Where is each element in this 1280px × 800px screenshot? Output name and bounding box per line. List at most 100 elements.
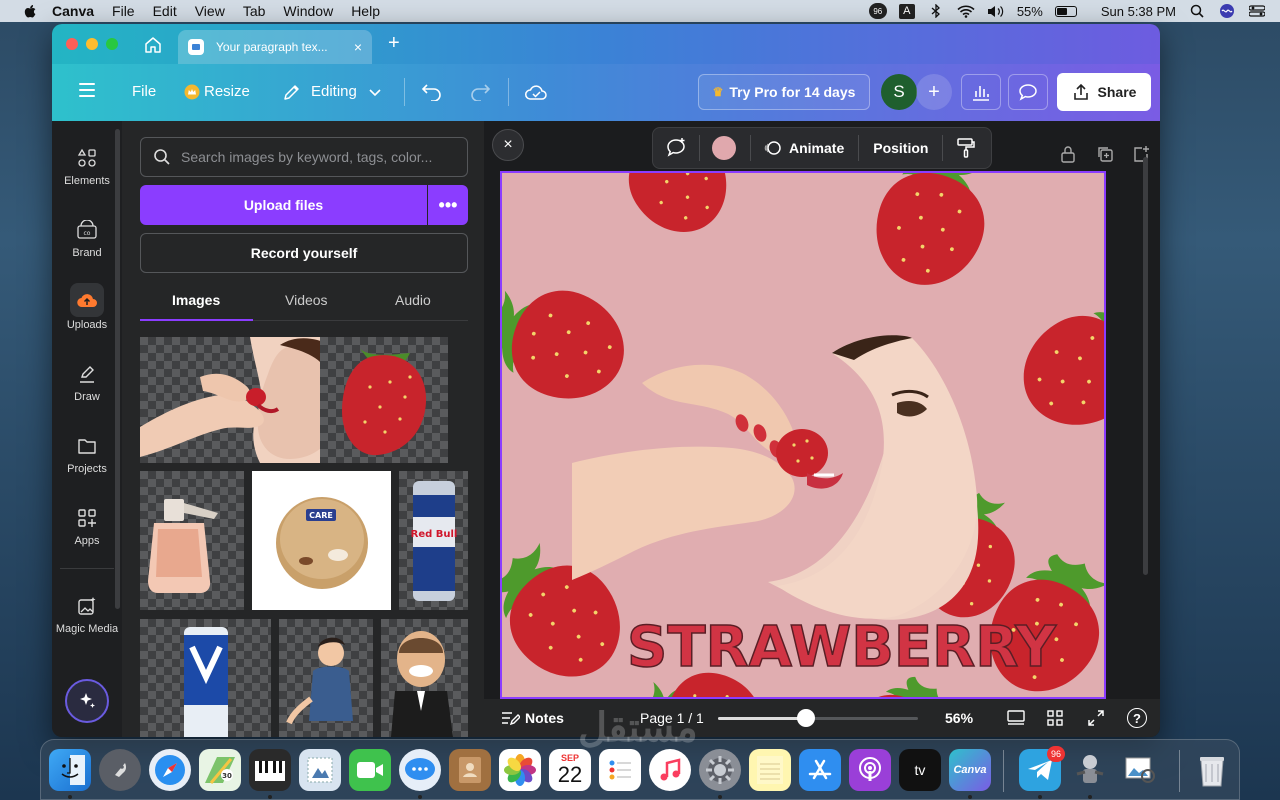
menu-file[interactable]: File [112, 3, 135, 19]
menu-help[interactable]: Help [351, 3, 380, 19]
cloud-saved-icon[interactable] [524, 80, 548, 104]
menu-window[interactable]: Window [283, 3, 333, 19]
system-preferences-icon[interactable] [699, 749, 741, 791]
insights-button[interactable] [961, 74, 1001, 110]
rail-item-brand[interactable]: co Brand [52, 219, 122, 259]
upload-thumb-3d-businessman[interactable] [381, 619, 468, 737]
redo-icon[interactable] [468, 80, 492, 104]
resize-button[interactable]: Resize [204, 83, 250, 100]
color-swatch[interactable] [712, 136, 736, 160]
try-pro-button[interactable]: ♛ Try Pro for 14 days [698, 74, 870, 110]
search-input[interactable]: Search images by keyword, tags, color... [140, 137, 468, 177]
piano-app-icon[interactable] [249, 749, 291, 791]
control-center-icon[interactable] [1248, 4, 1266, 18]
rail-item-elements[interactable]: Elements [52, 147, 122, 187]
podcasts-icon[interactable] [849, 749, 891, 791]
fullscreen-icon[interactable] [1087, 709, 1105, 730]
rail-item-projects[interactable]: Projects [52, 435, 122, 475]
grid-view-icon[interactable] [1046, 709, 1064, 730]
page-view-icon[interactable] [1006, 709, 1026, 730]
automator-icon[interactable] [1069, 749, 1111, 791]
wifi-icon[interactable] [957, 4, 975, 18]
calendar-icon[interactable]: SEP 22 [549, 749, 591, 791]
photos-icon[interactable] [499, 749, 541, 791]
editing-mode-button[interactable]: Editing [311, 83, 357, 100]
trash-icon[interactable] [1191, 749, 1233, 791]
share-button[interactable]: Share [1057, 73, 1151, 111]
upload-thumb-perfume[interactable] [140, 471, 244, 610]
launchpad-icon[interactable] [99, 749, 141, 791]
apple-tv-icon[interactable]: tv [899, 749, 941, 791]
finder-icon[interactable] [49, 749, 91, 791]
zoom-slider-handle[interactable] [797, 709, 815, 727]
close-panel-button[interactable]: × [492, 129, 524, 161]
contacts-book-icon[interactable] [449, 749, 491, 791]
position-button[interactable]: Position [873, 140, 928, 156]
facetime-icon[interactable] [349, 749, 391, 791]
tab-close-icon[interactable]: × [354, 39, 362, 55]
record-yourself-button[interactable]: Record yourself [140, 233, 468, 273]
rail-item-draw[interactable]: Draw [52, 363, 122, 403]
comment-add-icon[interactable] [665, 137, 687, 159]
maximize-window-button[interactable] [106, 38, 118, 50]
paint-roller-icon[interactable] [955, 137, 977, 159]
add-collaborator-button[interactable]: + [916, 74, 952, 110]
upload-thumb-energy-drink[interactable] [140, 619, 271, 737]
rail-item-magic-media[interactable]: Magic Media [52, 595, 122, 635]
apple-icon[interactable] [22, 3, 38, 19]
zoom-slider[interactable] [718, 709, 918, 727]
undo-icon[interactable] [420, 80, 444, 104]
battery-icon[interactable] [1054, 5, 1077, 17]
upload-more-options-button[interactable]: ••• [428, 185, 468, 225]
upload-thumb-red-bull[interactable]: Red Bull [399, 471, 468, 610]
magic-assistant-button[interactable] [65, 679, 109, 723]
upload-thumb-strawberry[interactable] [320, 337, 448, 463]
canva-app-icon[interactable]: Canva [949, 749, 991, 791]
status-badge[interactable]: 96 [868, 3, 887, 19]
app-store-icon[interactable] [799, 749, 841, 791]
comments-button[interactable] [1008, 74, 1048, 110]
browser-tab[interactable]: Your paragraph tex... × [178, 30, 372, 64]
bluetooth-icon[interactable] [927, 4, 945, 18]
tab-images[interactable]: Images [172, 292, 220, 308]
music-icon[interactable] [649, 749, 691, 791]
file-menu-button[interactable]: File [132, 83, 156, 100]
notes-button[interactable]: Notes [525, 710, 564, 726]
close-window-button[interactable] [66, 38, 78, 50]
upload-thumb-woman-strawberry[interactable] [140, 337, 330, 463]
maps-icon[interactable]: 30 [199, 749, 241, 791]
siri-icon[interactable] [1218, 4, 1236, 18]
lock-icon[interactable] [1060, 145, 1078, 163]
rail-item-uploads[interactable]: Uploads [52, 283, 122, 331]
mail-stamp-icon[interactable] [299, 749, 341, 791]
animate-button[interactable]: Animate [789, 140, 844, 156]
design-page[interactable]: STRAWBERRY [500, 171, 1106, 699]
panel-scrollbar[interactable] [115, 129, 120, 609]
zoom-level[interactable]: 56% [945, 710, 973, 726]
canvas-scrollbar[interactable] [1143, 157, 1148, 575]
main-menu-icon[interactable] [79, 83, 95, 97]
tab-videos[interactable]: Videos [285, 292, 328, 308]
volume-icon[interactable] [987, 4, 1005, 18]
new-tab-button[interactable]: + [388, 32, 400, 55]
safari-icon[interactable] [149, 749, 191, 791]
messages-icon[interactable] [399, 749, 441, 791]
spotlight-search-icon[interactable] [1188, 4, 1206, 18]
preview-icon[interactable] [1119, 749, 1161, 791]
menu-app-name[interactable]: Canva [52, 3, 94, 19]
home-icon[interactable] [144, 36, 162, 54]
minimize-window-button[interactable] [86, 38, 98, 50]
input-source-icon[interactable]: A [898, 3, 915, 19]
chevron-down-icon[interactable] [363, 80, 387, 104]
menubar-clock[interactable]: Sun 5:38 PM [1101, 4, 1176, 19]
duplicate-page-icon[interactable] [1096, 145, 1114, 163]
menu-tab[interactable]: Tab [243, 3, 266, 19]
menu-edit[interactable]: Edit [153, 3, 177, 19]
upload-thumb-care-cream[interactable]: CARE [252, 471, 391, 610]
reminders-icon[interactable] [599, 749, 641, 791]
upload-thumb-cartoon-man[interactable] [279, 619, 373, 737]
avatar[interactable]: S [881, 74, 917, 110]
menu-view[interactable]: View [195, 3, 225, 19]
design-title-text[interactable]: STRAWBERRY [626, 614, 1056, 681]
notes-app-icon[interactable] [749, 749, 791, 791]
